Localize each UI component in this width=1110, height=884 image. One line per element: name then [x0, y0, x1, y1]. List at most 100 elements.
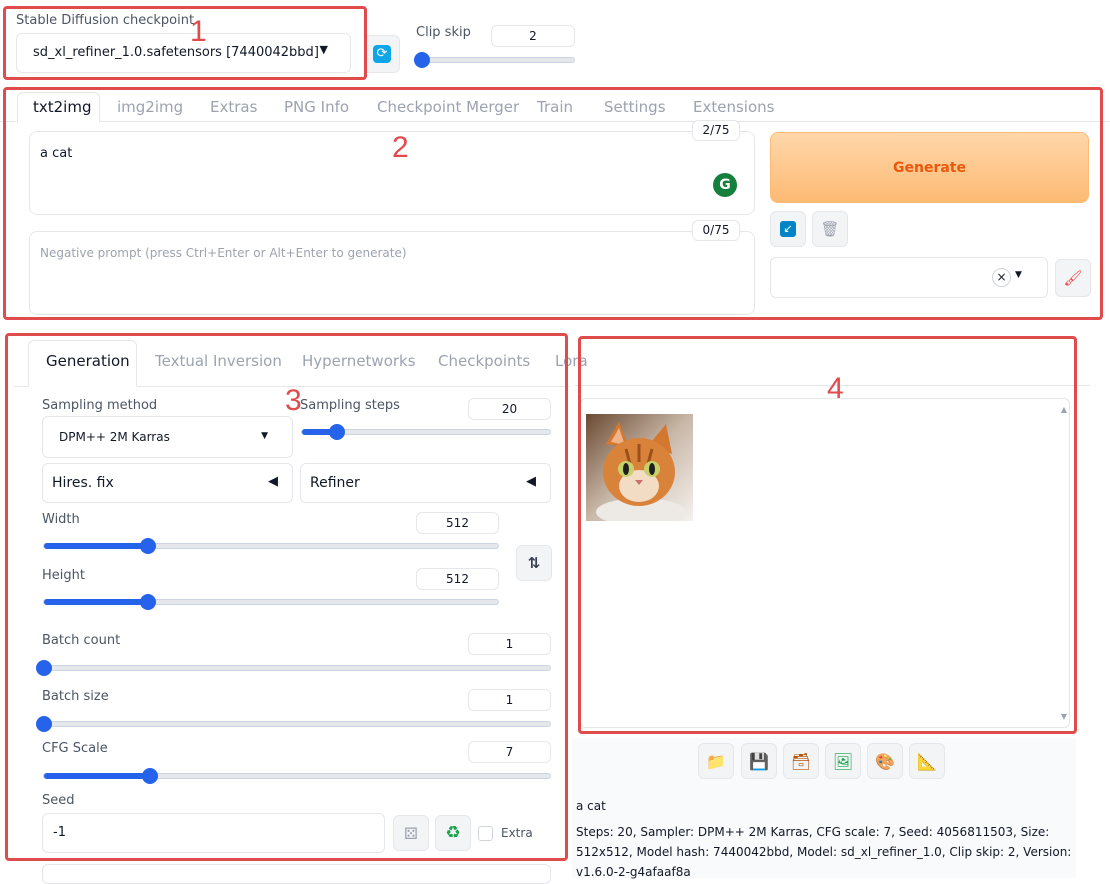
- dice-icon: ⚄: [404, 823, 418, 843]
- slider-thumb[interactable]: [142, 768, 159, 784]
- tab-png-info[interactable]: PNG Info: [284, 98, 349, 116]
- palette-icon: 🎨: [875, 751, 895, 771]
- slider-fill: [44, 599, 149, 605]
- annotation-number-4: 4: [827, 372, 844, 405]
- arrow-down-left-icon: ↙: [780, 221, 796, 237]
- refresh-icon: ⟳: [373, 45, 391, 63]
- recycle-icon: ♻: [445, 823, 461, 843]
- trash-icon: 🗑: [820, 220, 840, 238]
- styles-dropdown[interactable]: × ▼: [770, 257, 1048, 298]
- prompt-token-counter: 2/75: [692, 120, 740, 141]
- output-caption: a cat: [576, 799, 606, 813]
- slider-thumb[interactable]: [36, 660, 52, 676]
- scroll-down-icon[interactable]: ▼: [1061, 712, 1067, 721]
- tab-generation[interactable]: Generation: [46, 352, 130, 370]
- width-slider[interactable]: [43, 538, 499, 554]
- slider-fill: [44, 773, 151, 779]
- generation-info: Steps: 20, Sampler: DPM++ 2M Karras, CFG…: [576, 825, 1072, 879]
- batch-count-slider[interactable]: [36, 660, 551, 676]
- height-input[interactable]: 512: [416, 568, 499, 590]
- sampling-method-value: DPM++ 2M Karras: [59, 430, 170, 444]
- scroll-up-icon[interactable]: ▲: [1061, 405, 1067, 414]
- caret-left-icon: ◀: [526, 474, 536, 489]
- width-input[interactable]: 512: [416, 512, 499, 534]
- clear-prompt-button[interactable]: 🗑: [812, 211, 848, 247]
- sampling-method-dropdown[interactable]: DPM++ 2M Karras ▼: [42, 416, 293, 458]
- ruler-triangle-icon: 📐: [917, 751, 937, 771]
- send-to-img2img-button[interactable]: 🖼: [825, 743, 861, 779]
- refiner-label: Refiner: [310, 475, 360, 491]
- cfg-scale-input[interactable]: 7: [468, 741, 551, 763]
- hires-fix-label: Hires. fix: [52, 475, 114, 491]
- clip-skip-input[interactable]: 2: [491, 25, 575, 47]
- slider-thumb[interactable]: [36, 716, 52, 732]
- tab-lora[interactable]: Lora: [555, 352, 588, 370]
- cfg-scale-label: CFG Scale: [42, 741, 108, 756]
- height-label: Height: [42, 568, 85, 583]
- annotation-number-3: 3: [285, 384, 302, 417]
- tab-settings[interactable]: Settings: [604, 98, 666, 116]
- clip-skip-label: Clip skip: [416, 25, 471, 40]
- checkpoint-dropdown[interactable]: sd_xl_refiner_1.0.safetensors [7440042bb…: [16, 33, 351, 73]
- refiner-accordion[interactable]: Refiner ◀: [300, 463, 551, 503]
- tab-hypernetworks[interactable]: Hypernetworks: [302, 352, 416, 370]
- slider-thumb[interactable]: [414, 52, 430, 68]
- swap-arrows-icon: ⇅: [527, 554, 541, 572]
- clear-style-icon[interactable]: ×: [992, 268, 1011, 287]
- generate-button[interactable]: Generate: [770, 132, 1089, 203]
- generated-image-cat[interactable]: [586, 414, 693, 521]
- height-slider[interactable]: [43, 594, 499, 610]
- tab-img2img[interactable]: img2img: [117, 98, 183, 116]
- prompt-text: a cat: [40, 146, 73, 161]
- tab-txt2img[interactable]: txt2img: [33, 98, 91, 116]
- grammarly-icon[interactable]: G: [713, 173, 737, 197]
- clip-skip-slider[interactable]: [414, 52, 575, 68]
- tab-checkpoint-merger[interactable]: Checkpoint Merger: [377, 98, 519, 116]
- reuse-seed-button[interactable]: ♻: [435, 815, 471, 851]
- folder-icon: 📁: [706, 751, 726, 771]
- negative-prompt-placeholder: Negative prompt (press Ctrl+Enter or Alt…: [40, 246, 407, 260]
- negative-prompt-textarea[interactable]: Negative prompt (press Ctrl+Enter or Alt…: [29, 231, 755, 315]
- send-to-inpaint-button[interactable]: 🎨: [867, 743, 903, 779]
- extra-label: Extra: [501, 826, 533, 840]
- zip-button[interactable]: 🗃: [783, 743, 819, 779]
- open-folder-button[interactable]: 📁: [698, 743, 734, 779]
- hires-fix-accordion[interactable]: Hires. fix ◀: [42, 463, 293, 503]
- sampling-steps-slider[interactable]: [301, 424, 551, 440]
- tab-extensions[interactable]: Extensions: [693, 98, 774, 116]
- seed-value: -1: [53, 825, 66, 840]
- batch-size-input[interactable]: 1: [468, 689, 551, 711]
- extra-checkbox[interactable]: [478, 826, 493, 841]
- checkpoint-label: Stable Diffusion checkpoint: [16, 13, 195, 28]
- random-seed-button[interactable]: ⚄: [393, 815, 429, 851]
- tab-checkpoints[interactable]: Checkpoints: [438, 352, 530, 370]
- sampling-steps-input[interactable]: 20: [468, 398, 551, 420]
- slider-thumb[interactable]: [140, 594, 157, 610]
- batch-count-input[interactable]: 1: [468, 633, 551, 655]
- negative-token-counter: 0/75: [692, 220, 740, 241]
- slider-thumb[interactable]: [140, 538, 157, 554]
- seed-input[interactable]: -1: [42, 813, 385, 853]
- refresh-checkpoint-button[interactable]: ⟳: [364, 35, 400, 73]
- next-row-field: [42, 864, 551, 884]
- tab-extras[interactable]: Extras: [210, 98, 257, 116]
- sampling-method-label: Sampling method: [42, 398, 158, 413]
- archive-icon: 🗃: [790, 751, 812, 771]
- image-icon: 🖼: [832, 751, 854, 771]
- read-params-button[interactable]: ↙: [770, 211, 806, 247]
- tab-train[interactable]: Train: [537, 98, 573, 116]
- edit-styles-button[interactable]: 🖌: [1055, 259, 1091, 297]
- swap-dimensions-button[interactable]: ⇅: [516, 545, 552, 581]
- cfg-scale-slider[interactable]: [43, 768, 551, 784]
- slider-thumb[interactable]: [328, 424, 345, 440]
- tab-textual-inversion[interactable]: Textual Inversion: [155, 352, 282, 370]
- slider-fill: [44, 543, 149, 549]
- annotation-number-1: 1: [190, 15, 207, 48]
- seed-label: Seed: [42, 793, 75, 808]
- batch-size-slider[interactable]: [36, 716, 551, 732]
- chevron-down-icon: ▼: [319, 43, 328, 56]
- send-to-extras-button[interactable]: 📐: [909, 743, 945, 779]
- save-button[interactable]: 💾: [741, 743, 777, 779]
- annotation-number-2: 2: [392, 131, 409, 164]
- output-gallery[interactable]: ▲ ▼: [580, 398, 1070, 728]
